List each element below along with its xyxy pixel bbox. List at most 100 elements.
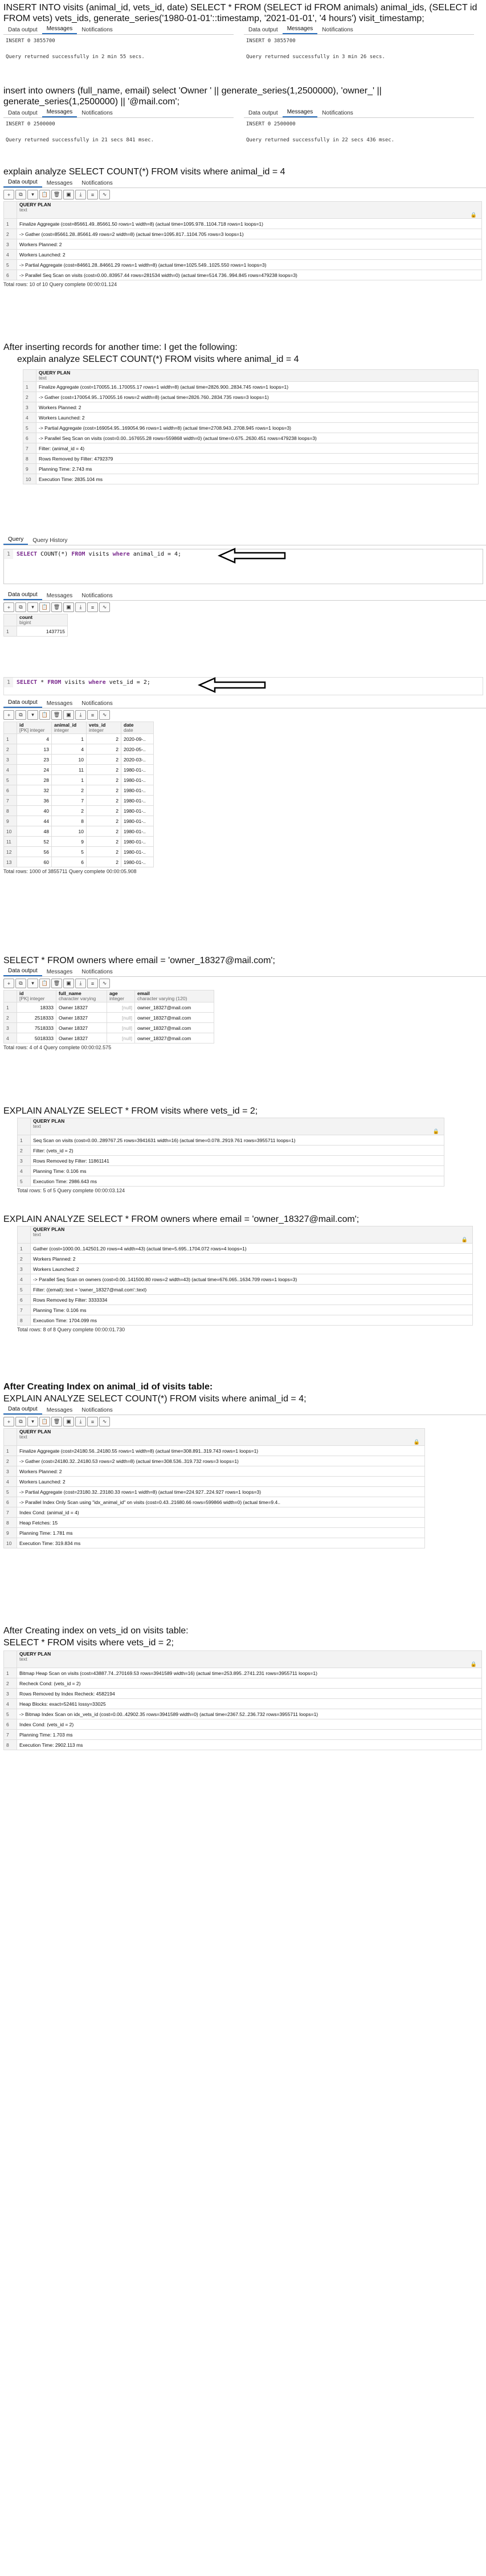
table-row[interactable]: 3 Workers Planned: 2 — [23, 402, 479, 413]
copy-icon[interactable]: ⧉ — [15, 602, 26, 612]
table-row[interactable]: 5 -> Partial Aggregate (cost=84661.28..84… — [3, 259, 482, 270]
delete-icon[interactable]: 🗑 — [51, 190, 62, 199]
tab-data-output[interactable]: Data output — [3, 698, 42, 708]
tab-notifications[interactable]: Notifications — [77, 109, 117, 117]
tab-notifications[interactable]: Notifications — [77, 179, 117, 188]
table-row[interactable]: 2 Filter: (vets_id = 2) — [17, 1145, 444, 1156]
table-row[interactable]: 7 36 7 2 1980-01-.. — [3, 795, 154, 806]
table-row[interactable]: 6 32 2 2 1980-01-.. — [3, 785, 154, 796]
paste-icon[interactable]: 📋 — [39, 979, 50, 988]
table-row[interactable]: 7 Filter: (animal_id = 4) — [23, 443, 479, 454]
table-row[interactable]: 8 Execution Time: 2902.113 ms — [3, 1739, 482, 1750]
chart-icon[interactable]: ∿ — [99, 1417, 110, 1426]
table-row[interactable]: 2 13 4 2 2020-05-.. — [3, 744, 154, 755]
table-row[interactable]: 6 Rows Removed by Filter: 3333334 — [17, 1294, 473, 1305]
copy-icon[interactable]: ⧉ — [15, 1417, 26, 1426]
table-row[interactable]: 3 Workers Planned: 2 — [3, 1466, 425, 1477]
save-icon[interactable]: ▣ — [63, 190, 74, 199]
table-row[interactable]: 8 Heap Fetches: 15 — [3, 1517, 425, 1528]
paste-icon[interactable]: 📋 — [39, 190, 50, 199]
download-icon[interactable]: ⤓ — [75, 710, 86, 720]
table-row[interactable]: 5 -> Partial Aggregate (cost=23180.32..23… — [3, 1486, 425, 1497]
tab-data-output[interactable]: Data output — [3, 1405, 42, 1415]
table-row[interactable]: 4 5018333 Owner 18327 [null] owner_18327@mai… — [3, 1033, 214, 1044]
copy-icon[interactable]: ⧉ — [15, 979, 26, 988]
tab-notifications[interactable]: Notifications — [77, 26, 117, 34]
add-row-icon[interactable]: + — [3, 190, 14, 199]
table-row[interactable]: 1 18333 Owner 18327 [null] owner_18327@mail.… — [3, 1002, 214, 1013]
table-row[interactable]: 3 7518333 Owner 18327 [null] owner_18327@mai… — [3, 1022, 214, 1033]
tab-notifications[interactable]: Notifications — [77, 1406, 117, 1415]
table-row[interactable]: 1 Seq Scan on visits (cost=0.00..289767.2… — [17, 1135, 444, 1146]
table-row[interactable]: 4 Planning Time: 0.106 ms — [17, 1165, 444, 1176]
save-icon[interactable]: ▣ — [63, 1417, 74, 1426]
table-row[interactable]: 4 Workers Launched: 2 — [23, 412, 479, 423]
table-row[interactable]: 4 24 11 2 1980-01-.. — [3, 764, 154, 775]
table-row[interactable]: 5 28 1 2 1980-01-.. — [3, 775, 154, 785]
tab-notifications[interactable]: Notifications — [77, 699, 117, 708]
tab-messages[interactable]: Messages — [42, 1406, 77, 1415]
tab-messages[interactable]: Messages — [282, 25, 318, 34]
tab-data-output[interactable]: Data output — [3, 967, 42, 976]
paste-icon[interactable]: ▾ — [27, 1417, 38, 1426]
paste-icon[interactable]: 📋 — [39, 1417, 50, 1426]
table-row[interactable]: 6 Index Cond: (vets_id = 2) — [3, 1719, 482, 1730]
table-row[interactable]: 9 Planning Time: 2.743 ms — [23, 463, 479, 474]
table-row[interactable]: 2 -> Gather (cost=24180.32..24180.53 rows… — [3, 1456, 425, 1466]
table-row[interactable]: 8 Rows Removed by Filter: 4792379 — [23, 453, 479, 464]
table-row[interactable]: 8 40 2 2 1980-01-.. — [3, 805, 154, 816]
paste-icon[interactable]: ▾ — [27, 979, 38, 988]
table-row[interactable]: 12 56 5 2 1980-01-.. — [3, 846, 154, 857]
copy-icon[interactable]: ⧉ — [15, 710, 26, 720]
tab-messages[interactable]: Messages — [282, 108, 318, 117]
table-row[interactable]: 9 44 8 2 1980-01-.. — [3, 816, 154, 826]
tab-notifications[interactable]: Notifications — [317, 26, 357, 34]
tab-query-history[interactable]: Query History — [28, 536, 72, 545]
tab-notifications[interactable]: Notifications — [77, 592, 117, 600]
tab-messages[interactable]: Messages — [42, 108, 77, 117]
table-row[interactable]: 1 Finalize Aggregate (cost=170055.16..170… — [23, 381, 479, 392]
table-row[interactable]: 3 23 10 2 2020-03-.. — [3, 754, 154, 765]
table-row[interactable]: 7 Planning Time: 0.106 ms — [17, 1305, 473, 1315]
tab-data-output[interactable]: Data output — [3, 109, 42, 117]
table-row[interactable]: 10 48 10 2 1980-01-.. — [3, 826, 154, 837]
table-row[interactable]: 1 4 1 2 2020-09-.. — [3, 733, 154, 744]
table-row[interactable]: 10 Execution Time: 2835.104 ms — [23, 474, 479, 484]
table-row[interactable]: 4 -> Parallel Seq Scan on owners (cost=0.… — [17, 1274, 473, 1285]
table-row[interactable]: 4 Heap Blocks: exact=52461 lossy=33025 — [3, 1698, 482, 1709]
query-editor[interactable]: 1 SELECT * FROM visits where vets_id = 2; — [3, 677, 483, 695]
add-row-icon[interactable]: + — [3, 710, 14, 720]
paste-icon[interactable]: ▾ — [27, 710, 38, 720]
filter-icon[interactable]: ≡ — [87, 979, 98, 988]
filter-icon[interactable]: ≡ — [87, 710, 98, 720]
filter-icon[interactable]: ≡ — [87, 190, 98, 199]
delete-icon[interactable]: 🗑 — [51, 602, 62, 612]
tab-notifications[interactable]: Notifications — [77, 968, 117, 976]
save-icon[interactable]: ▣ — [63, 602, 74, 612]
table-row[interactable]: 1 Bitmap Heap Scan on visits (cost=43887.… — [3, 1668, 482, 1678]
delete-icon[interactable]: 🗑 — [51, 1417, 62, 1426]
save-icon[interactable]: ▣ — [63, 979, 74, 988]
table-row[interactable]: 7 Index Cond: (animal_id = 4) — [3, 1507, 425, 1518]
table-row[interactable]: 6 -> Parallel Seq Scan on visits (cost=0.… — [23, 433, 479, 443]
table-row[interactable]: 10 Execution Time: 319.834 ms — [3, 1538, 425, 1548]
table-row[interactable]: 3 Workers Planned: 2 — [3, 239, 482, 250]
filter-icon[interactable]: ≡ — [87, 1417, 98, 1426]
save-icon[interactable]: ▣ — [63, 710, 74, 720]
download-icon[interactable]: ⤓ — [75, 602, 86, 612]
table-row[interactable]: 13 60 6 2 1980-01-.. — [3, 857, 154, 867]
table-row[interactable]: 2 -> Gather (cost=170054.95..170055.16 ro… — [23, 392, 479, 402]
add-row-icon[interactable]: + — [3, 979, 14, 988]
table-row[interactable]: 2 2518333 Owner 18327 [null] owner_18327@mai… — [3, 1012, 214, 1023]
tab-messages[interactable]: Messages — [42, 25, 77, 34]
table-row[interactable]: 11 52 9 2 1980-01-.. — [3, 836, 154, 847]
filter-icon[interactable]: ≡ — [87, 602, 98, 612]
table-row[interactable]: 9 Planning Time: 1.781 ms — [3, 1527, 425, 1538]
tab-messages[interactable]: Messages — [42, 179, 77, 188]
table-row[interactable]: 1 1437715 — [3, 626, 68, 637]
paste-icon[interactable]: 📋 — [39, 602, 50, 612]
table-row[interactable]: 5 -> Partial Aggregate (cost=169054.95..1… — [23, 422, 479, 433]
tab-query[interactable]: Query — [3, 535, 28, 545]
tab-messages[interactable]: Messages — [42, 699, 77, 708]
add-row-icon[interactable]: + — [3, 602, 14, 612]
